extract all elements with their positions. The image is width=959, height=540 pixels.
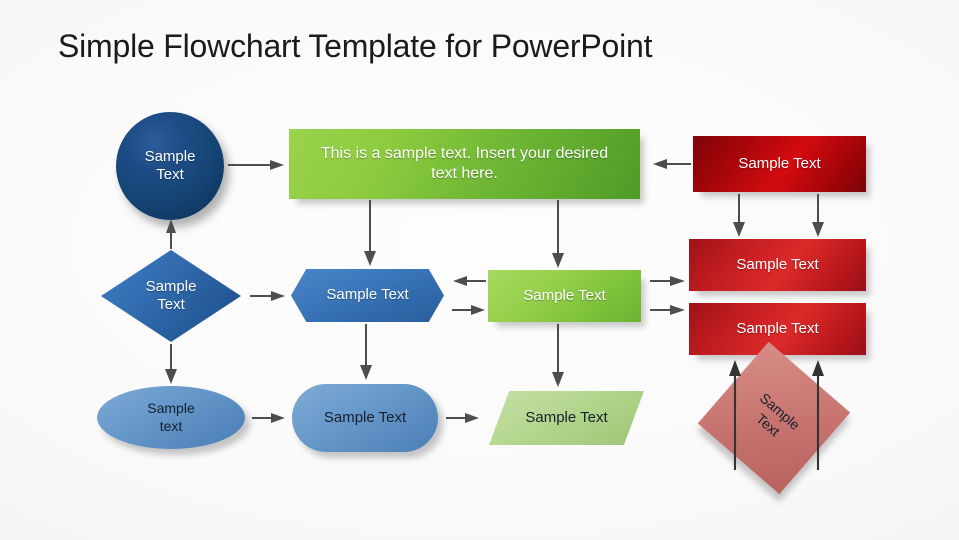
connector-greenmid-to-parallelogram — [552, 324, 564, 387]
red-dark-label: Sample Text — [738, 154, 821, 172]
connector-diamond-to-hexagon — [250, 291, 285, 301]
diamond-decision-body — [101, 250, 241, 342]
connector-ellipse-to-round — [252, 413, 285, 423]
connector-round-to-parallelogram — [446, 413, 479, 423]
shape-red-dark[interactable]: Sample Text — [693, 136, 866, 192]
connector-hexagon-to-greenmid — [452, 305, 485, 315]
connector-hexagon-to-round — [360, 324, 372, 380]
shape-green-mid[interactable]: Sample Text — [488, 270, 641, 322]
circle-start-label: Sample Text — [144, 147, 196, 183]
shape-ellipse-end[interactable]: Sample text — [97, 386, 245, 449]
connector-circle-to-green — [228, 160, 284, 170]
green-mid-label: Sample Text — [523, 286, 606, 304]
connector-diamond-to-circle — [166, 219, 176, 249]
connector-greenmid-to-redmid-a — [650, 276, 685, 286]
connector-greenmid-to-hexagon — [453, 276, 486, 286]
ellipse-end-label: Sample text — [147, 400, 195, 434]
shape-rounded-mid[interactable]: Sample Text — [292, 384, 438, 452]
page-title: Simple Flowchart Template for PowerPoint — [58, 28, 653, 64]
shape-circle-start[interactable]: Sample Text — [116, 112, 224, 220]
connector-reddark-to-redmid-b — [812, 194, 824, 237]
connector-green-to-greenmid — [552, 200, 564, 268]
shape-red-mid-a[interactable]: Sample Text — [689, 239, 866, 291]
green-process-main-label: This is a sample text. Insert your desir… — [320, 145, 609, 182]
red-mid-a-label: Sample Text — [736, 255, 819, 273]
shape-red-mid-b[interactable]: Sample Text — [689, 303, 866, 355]
connector-reddark-to-green — [653, 159, 691, 169]
rounded-mid-label: Sample Text — [323, 408, 407, 426]
shape-rotated-square[interactable]: Sample Text — [697, 341, 851, 495]
shape-green-process-main[interactable]: This is a sample text. Insert your desir… — [289, 129, 640, 199]
shape-parallelogram-data[interactable]: Sample Text — [489, 391, 644, 445]
connector-green-to-hexagon — [364, 200, 376, 266]
rotated-square-body — [697, 341, 851, 495]
shape-diamond-decision[interactable]: Sample Text — [101, 250, 241, 342]
hexagon-mid-body — [291, 269, 444, 322]
slide-canvas: Simple Flowchart Template for PowerPoint — [0, 0, 959, 540]
shape-hexagon-mid[interactable]: Sample Text — [291, 269, 444, 322]
red-mid-b-label: Sample Text — [736, 319, 819, 337]
parallelogram-data-body — [489, 391, 644, 445]
connector-reddark-to-redmid-a — [733, 194, 745, 237]
connector-diamond-to-ellipse — [165, 344, 177, 384]
connector-greenmid-to-redmid-b — [650, 305, 685, 315]
